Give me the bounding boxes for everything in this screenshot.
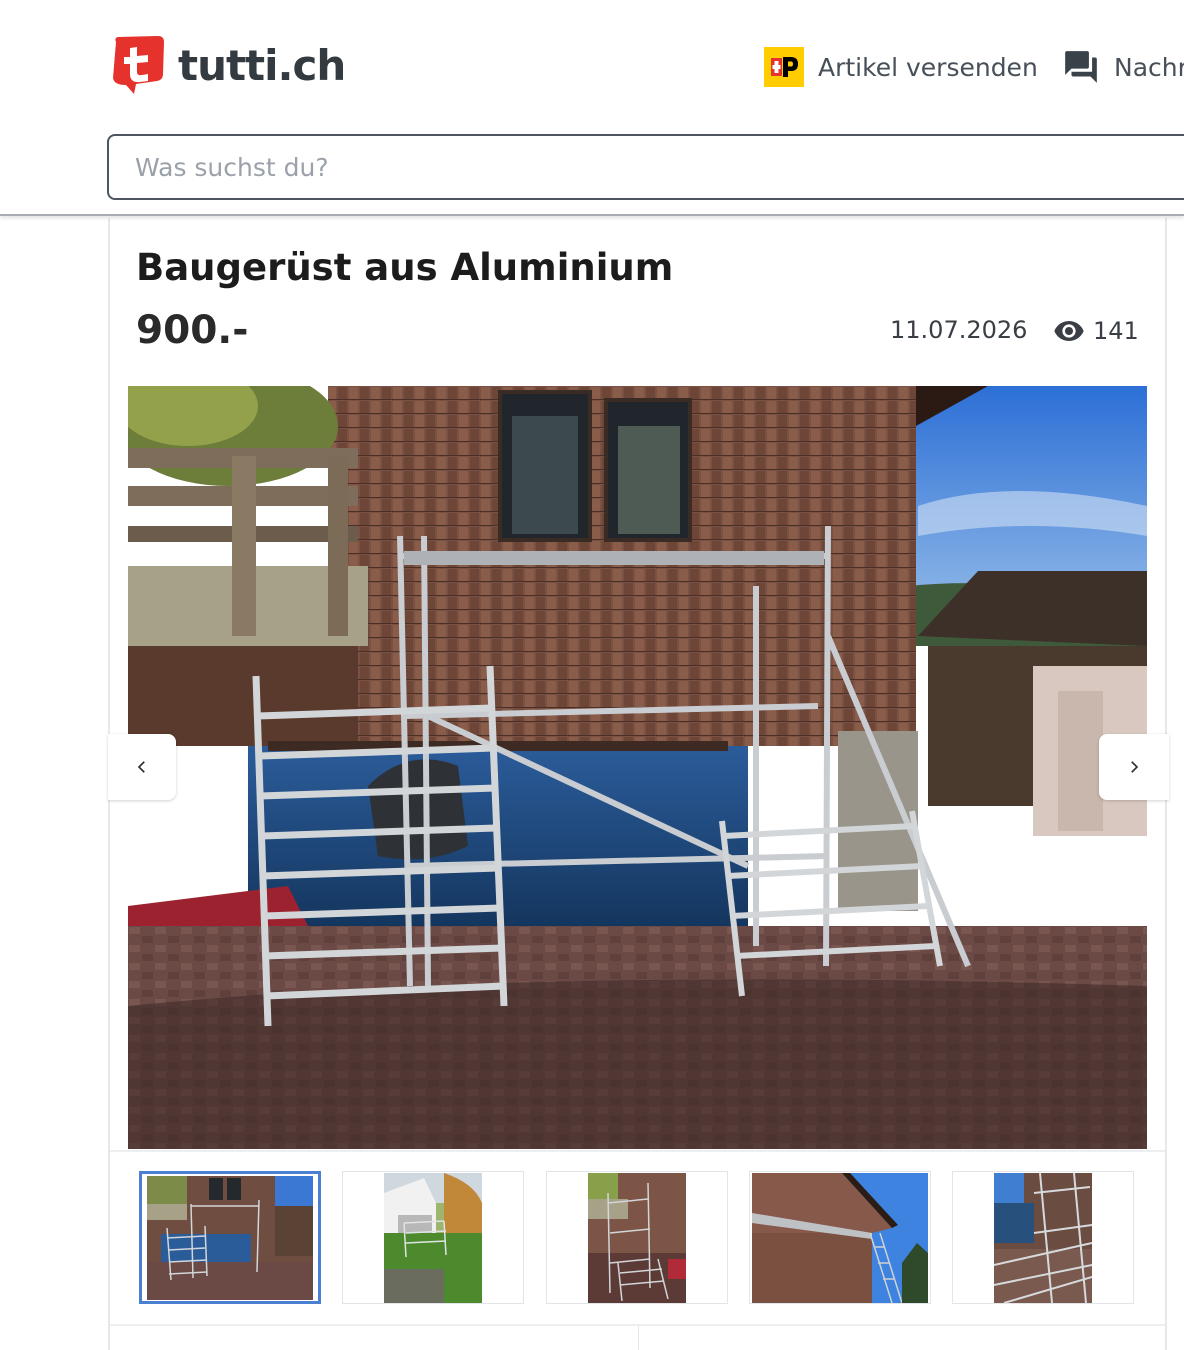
thumbnail-2[interactable] [342, 1171, 524, 1304]
eye-icon [1054, 321, 1084, 341]
listing-title: Baugerüst aus Aluminium [136, 246, 674, 289]
gallery-divider [110, 1150, 1165, 1152]
thumbnail-4[interactable] [749, 1171, 931, 1304]
logo-text: tutti.ch [178, 40, 346, 90]
chevron-left-icon [137, 761, 145, 773]
next-photo-button[interactable] [1099, 734, 1169, 800]
chat-bubbles-icon [1065, 51, 1097, 83]
search-input[interactable] [109, 136, 1184, 198]
thumbnail-2-image [384, 1172, 482, 1303]
site-header: tutti.ch Artikel versenden Nachr [0, 0, 1184, 216]
thumbnail-3[interactable] [546, 1171, 728, 1304]
previous-photo-button[interactable] [108, 734, 176, 800]
thumbnail-1[interactable] [139, 1171, 321, 1304]
messages-label: Nachr [1114, 52, 1184, 82]
column-divider [638, 1326, 639, 1350]
search-bar[interactable] [107, 134, 1184, 200]
thumbnail-5-image [994, 1172, 1092, 1303]
thumbnail-5[interactable] [952, 1171, 1134, 1304]
thumbnail-1-image [147, 1175, 313, 1300]
ship-item-link[interactable]: Artikel versenden [764, 46, 1038, 88]
scaffold-photo [128, 386, 1147, 1149]
tutti-logo-icon [113, 36, 164, 94]
listing-date: 11.07.2026 [890, 316, 1028, 344]
main-photo[interactable] [128, 386, 1147, 1149]
messages-link[interactable]: Nachr [1062, 46, 1184, 88]
swiss-post-icon [764, 47, 804, 87]
views-counter: 141 [1053, 314, 1139, 348]
thumbnail-4-image [752, 1172, 928, 1303]
thumbnail-3-image [588, 1172, 686, 1303]
tutti-logo[interactable]: tutti.ch [106, 34, 346, 96]
listing-price: 900.- [136, 308, 249, 353]
views-count: 141 [1093, 317, 1139, 345]
ship-item-label: Artikel versenden [818, 52, 1038, 82]
chevron-right-icon [1131, 761, 1139, 773]
